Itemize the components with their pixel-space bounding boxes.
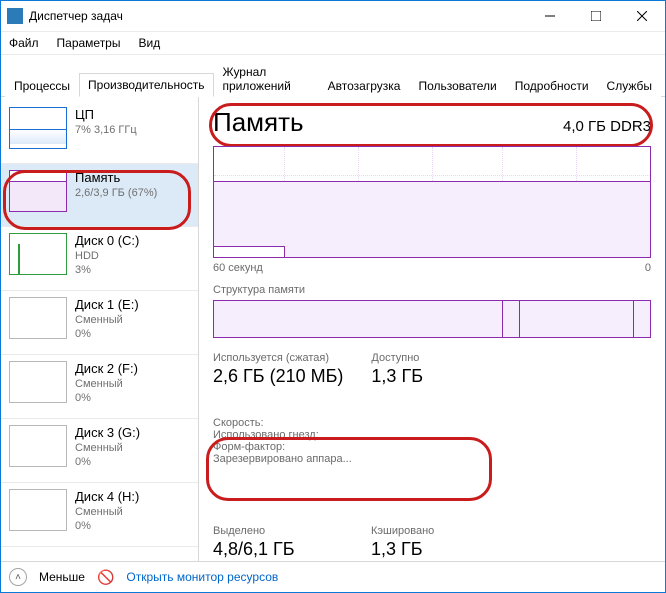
sidebar-item-sub2: 3%	[75, 264, 139, 276]
sidebar-item-memory[interactable]: Память 2,6/3,9 ГБ (67%)	[1, 164, 198, 227]
stat-value: 1,3 ГБ	[371, 366, 501, 387]
memory-thumb-icon	[9, 170, 67, 212]
tab-services[interactable]: Службы	[598, 74, 661, 97]
stats-grid: Используется (сжатая) 2,6 ГБ (210 МБ) До…	[213, 352, 651, 561]
stat-label: Использовано гнезд:	[213, 429, 363, 441]
menu-view[interactable]: Вид	[136, 34, 162, 52]
sidebar-item-sub: Сменный	[75, 378, 138, 390]
sidebar-item-sub: Сменный	[75, 442, 140, 454]
disk-thumb-icon	[9, 233, 67, 275]
sidebar-item-sub2: 0%	[75, 520, 139, 532]
disk-thumb-icon	[9, 489, 67, 531]
memory-hw-info: 4,0 ГБ DDR3	[563, 118, 651, 135]
sidebar-item-sub: Сменный	[75, 314, 139, 326]
sidebar-item-label: Диск 3 (G:)	[75, 425, 140, 440]
chevron-up-icon[interactable]: ˄	[9, 568, 27, 586]
sidebar-item-sub2: 0%	[75, 328, 139, 340]
stat-label: Доступно	[371, 352, 501, 364]
memory-usage-graph	[213, 146, 651, 258]
sidebar-item-sub: 7% 3,16 ГГц	[75, 124, 137, 136]
sidebar-item-label: Диск 4 (H:)	[75, 489, 139, 504]
stat-label: Зарезервировано аппара...	[213, 453, 363, 465]
sidebar-item-label: Память	[75, 170, 157, 185]
tab-app-history[interactable]: Журнал приложений	[214, 60, 319, 97]
stat-value: 1,3 ГБ	[371, 539, 501, 560]
window-title: Диспетчер задач	[29, 9, 527, 23]
main-panel: Память 4,0 ГБ DDR3 60 секунд 0 Структура…	[199, 97, 665, 561]
tabbar: Процессы Производительность Журнал прило…	[1, 55, 665, 97]
maximize-button[interactable]	[573, 1, 619, 31]
disk-thumb-icon	[9, 297, 67, 339]
sidebar-item-sub2: 0%	[75, 392, 138, 404]
disk-thumb-icon	[9, 425, 67, 467]
menu-file[interactable]: Файл	[7, 34, 41, 52]
tab-users[interactable]: Пользователи	[409, 74, 505, 97]
sidebar-item-sub2: 0%	[75, 456, 140, 468]
minimize-button[interactable]	[527, 1, 573, 31]
memory-composition-bar	[213, 300, 651, 338]
menubar: Файл Параметры Вид	[1, 32, 665, 55]
sidebar-item-label: Диск 0 (C:)	[75, 233, 139, 248]
axis-right: 0	[645, 262, 651, 274]
stat-label: Кэшировано	[371, 525, 501, 537]
stat-label: Используется (сжатая)	[213, 352, 343, 364]
sidebar-item-label: ЦП	[75, 107, 137, 122]
stat-label: Форм-фактор:	[213, 441, 363, 453]
sidebar-item-label: Диск 1 (E:)	[75, 297, 139, 312]
sidebar-item-disk-2[interactable]: Диск 2 (F:) Сменный 0%	[1, 355, 198, 419]
app-icon	[7, 8, 23, 24]
tab-details[interactable]: Подробности	[506, 74, 598, 97]
stat-label: Скорость:	[213, 417, 363, 429]
task-manager-window: Диспетчер задач Файл Параметры Вид Проце…	[0, 0, 666, 593]
fewer-details-button[interactable]: Меньше	[39, 570, 85, 584]
sidebar-item-cpu[interactable]: ЦП 7% 3,16 ГГц	[1, 101, 198, 164]
titlebar[interactable]: Диспетчер задач	[1, 1, 665, 32]
sidebar-item-sub: 2,6/3,9 ГБ (67%)	[75, 187, 157, 199]
stat-value: 2,6 ГБ (210 МБ)	[213, 366, 343, 387]
sidebar[interactable]: ЦП 7% 3,16 ГГц Память 2,6/3,9 ГБ (67%) Д…	[1, 97, 199, 561]
tab-startup[interactable]: Автозагрузка	[319, 74, 410, 97]
menu-options[interactable]: Параметры	[55, 34, 123, 52]
open-resource-monitor-link[interactable]: Открыть монитор ресурсов	[126, 570, 278, 584]
section-label: Структура памяти	[213, 284, 651, 296]
sidebar-item-disk-1[interactable]: Диск 1 (E:) Сменный 0%	[1, 291, 198, 355]
tab-processes[interactable]: Процессы	[5, 74, 79, 97]
sidebar-item-label: Диск 2 (F:)	[75, 361, 138, 376]
axis-left: 60 секунд	[213, 262, 263, 274]
prohibit-icon: 🚫	[97, 569, 114, 586]
close-button[interactable]	[619, 1, 665, 31]
sidebar-item-sub: HDD	[75, 250, 139, 262]
sidebar-item-disk-3[interactable]: Диск 3 (G:) Сменный 0%	[1, 419, 198, 483]
disk-thumb-icon	[9, 361, 67, 403]
cpu-thumb-icon	[9, 107, 67, 149]
sidebar-item-disk-4[interactable]: Диск 4 (H:) Сменный 0%	[1, 483, 198, 547]
page-title: Память	[213, 107, 304, 138]
tab-performance[interactable]: Производительность	[79, 73, 213, 97]
sidebar-item-sub: Сменный	[75, 506, 139, 518]
stat-label: Выделено	[213, 525, 343, 537]
footer: ˄ Меньше 🚫 Открыть монитор ресурсов	[1, 561, 665, 592]
sidebar-item-disk-0[interactable]: Диск 0 (C:) HDD 3%	[1, 227, 198, 291]
stat-value: 4,8/6,1 ГБ	[213, 539, 343, 560]
